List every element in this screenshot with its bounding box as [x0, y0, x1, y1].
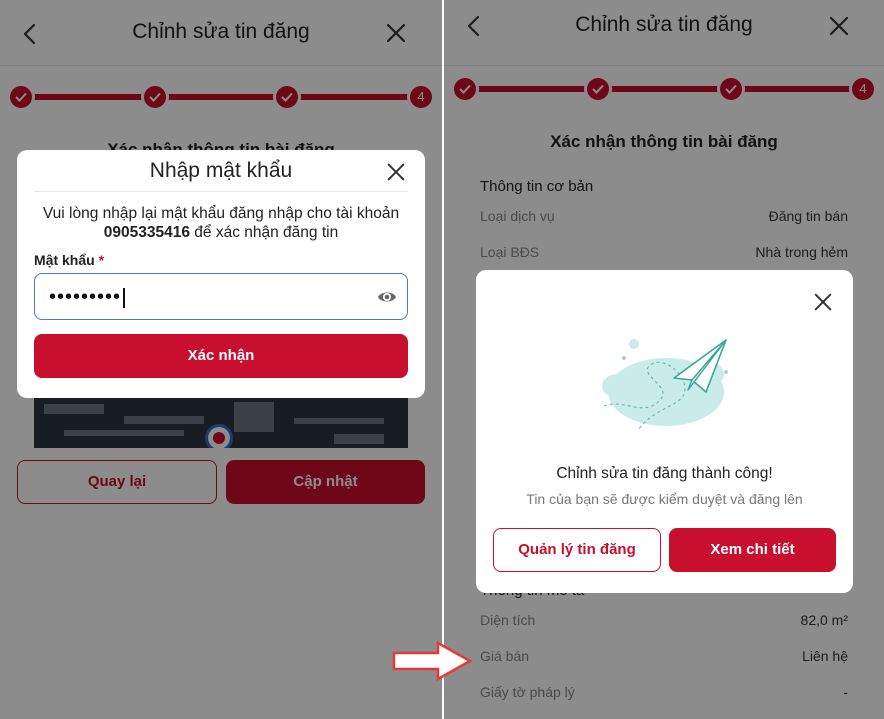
close-icon[interactable]	[813, 292, 833, 312]
manage-listings-button[interactable]: Quản lý tin đăng	[493, 528, 661, 572]
close-icon[interactable]	[386, 162, 406, 182]
success-subtitle: Tin của bạn sẽ được kiểm duyệt và đăng l…	[526, 491, 803, 507]
password-input[interactable]: •••••••••	[34, 273, 408, 320]
masked-password: •••••••••	[49, 286, 122, 308]
success-modal: Chỉnh sửa tin đăng thành công! Tin của b…	[476, 270, 853, 593]
right-screen: Chỉnh sửa tin đăng 4 Xác nhận thông tin …	[444, 0, 884, 719]
password-value: •••••••••	[49, 286, 126, 309]
required-mark: *	[98, 252, 105, 268]
password-label: Mật khẩu *	[34, 252, 104, 268]
confirm-button[interactable]: Xác nhận	[34, 334, 408, 378]
text-caret	[123, 287, 126, 308]
password-label-text: Mật khẩu	[34, 252, 95, 268]
message-prefix: Vui lòng nhập lại mật khẩu đăng nhập cho…	[42, 205, 400, 222]
paper-plane-illustration-icon	[602, 339, 728, 431]
view-details-button[interactable]: Xem chi tiết	[669, 528, 836, 572]
account-phone: 0905335416	[103, 224, 190, 241]
eye-icon[interactable]	[377, 288, 397, 306]
password-modal: Nhập mật khẩu Vui lòng nhập lại mật khẩu…	[17, 150, 425, 398]
modal-title: Nhập mật khẩu	[149, 159, 293, 182]
left-screen: Chỉnh sửa tin đăng 4 Xác nhận thông tin …	[0, 0, 442, 719]
annotation-arrow-icon	[392, 640, 473, 682]
success-title: Chỉnh sửa tin đăng thành công!	[556, 465, 773, 482]
modal-message: Vui lòng nhập lại mật khẩu đăng nhập cho…	[35, 204, 407, 242]
message-suffix: để xác nhận đăng tin	[194, 224, 339, 241]
modal-divider	[34, 191, 408, 192]
